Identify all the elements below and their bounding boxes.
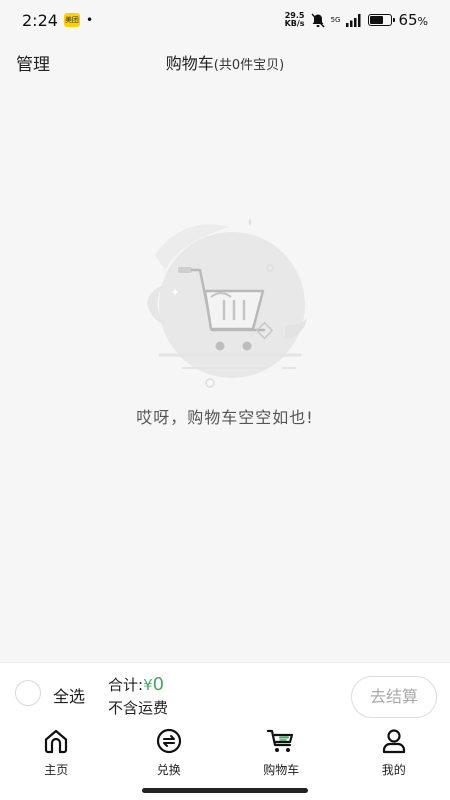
tab-home-label: 主页 xyxy=(44,763,69,777)
battery-level xyxy=(370,16,383,24)
page-title: 购物车(共0件宝贝) xyxy=(0,50,450,74)
signal-type-label: 5G xyxy=(330,15,341,24)
tab-profile-label: 我的 xyxy=(381,763,406,777)
exchange-icon xyxy=(154,726,184,756)
page-header: 管理 购物车(共0件宝贝) xyxy=(0,44,450,80)
total-label: 合计: xyxy=(108,676,144,694)
total-price: 合计:¥0 xyxy=(108,674,164,695)
select-all-label[interactable]: 全选 xyxy=(53,683,85,707)
profile-icon xyxy=(379,726,409,756)
battery-percent-suffix: % xyxy=(417,15,428,28)
empty-cart-illustration xyxy=(147,218,307,388)
home-icon xyxy=(41,726,71,756)
network-speed-unit: KB/s xyxy=(284,19,305,28)
tab-exchange-label: 兑换 xyxy=(156,763,181,777)
empty-cart-message: 哎呀，购物车空空如也! xyxy=(136,408,314,427)
tab-profile[interactable]: 我的 xyxy=(338,720,450,800)
signal-type: 5G xyxy=(330,15,341,24)
shipping-note: 不含运费 xyxy=(108,699,169,717)
tab-home[interactable]: 主页 xyxy=(0,720,113,800)
status-bar: 2:24 美团 • 29.5 KB/s 5G 65% xyxy=(0,0,450,40)
battery-percent-value: 65 xyxy=(398,11,418,29)
status-indicators: 29.5 KB/s 5G 65% xyxy=(285,11,428,29)
status-time: 2:24 xyxy=(22,10,58,30)
manage-button[interactable]: 管理 xyxy=(16,50,50,75)
battery-percent: 65% xyxy=(398,11,428,29)
tab-cart-label: 购物车 xyxy=(263,763,300,777)
signal-icon xyxy=(346,13,361,27)
select-all-checkbox[interactable] xyxy=(15,680,41,706)
checkout-button[interactable]: 去结算 xyxy=(351,676,437,718)
home-indicator[interactable] xyxy=(142,788,308,793)
total-amount: ¥0 xyxy=(143,674,165,695)
total-value: 0 xyxy=(152,674,165,695)
network-speed: 29.5 KB/s xyxy=(285,12,305,28)
item-count: (共0件宝贝) xyxy=(213,58,285,73)
cart-icon xyxy=(266,726,296,756)
bell-muted-icon xyxy=(311,13,325,27)
status-dot: • xyxy=(85,13,94,27)
page-title-text: 购物车 xyxy=(165,54,214,73)
battery-icon xyxy=(368,14,396,26)
currency-symbol: ¥ xyxy=(143,676,153,694)
meituan-app-icon: 美团 xyxy=(63,13,80,27)
checkout-bar: 全选 合计:¥0 不含运费 去结算 xyxy=(0,662,450,720)
